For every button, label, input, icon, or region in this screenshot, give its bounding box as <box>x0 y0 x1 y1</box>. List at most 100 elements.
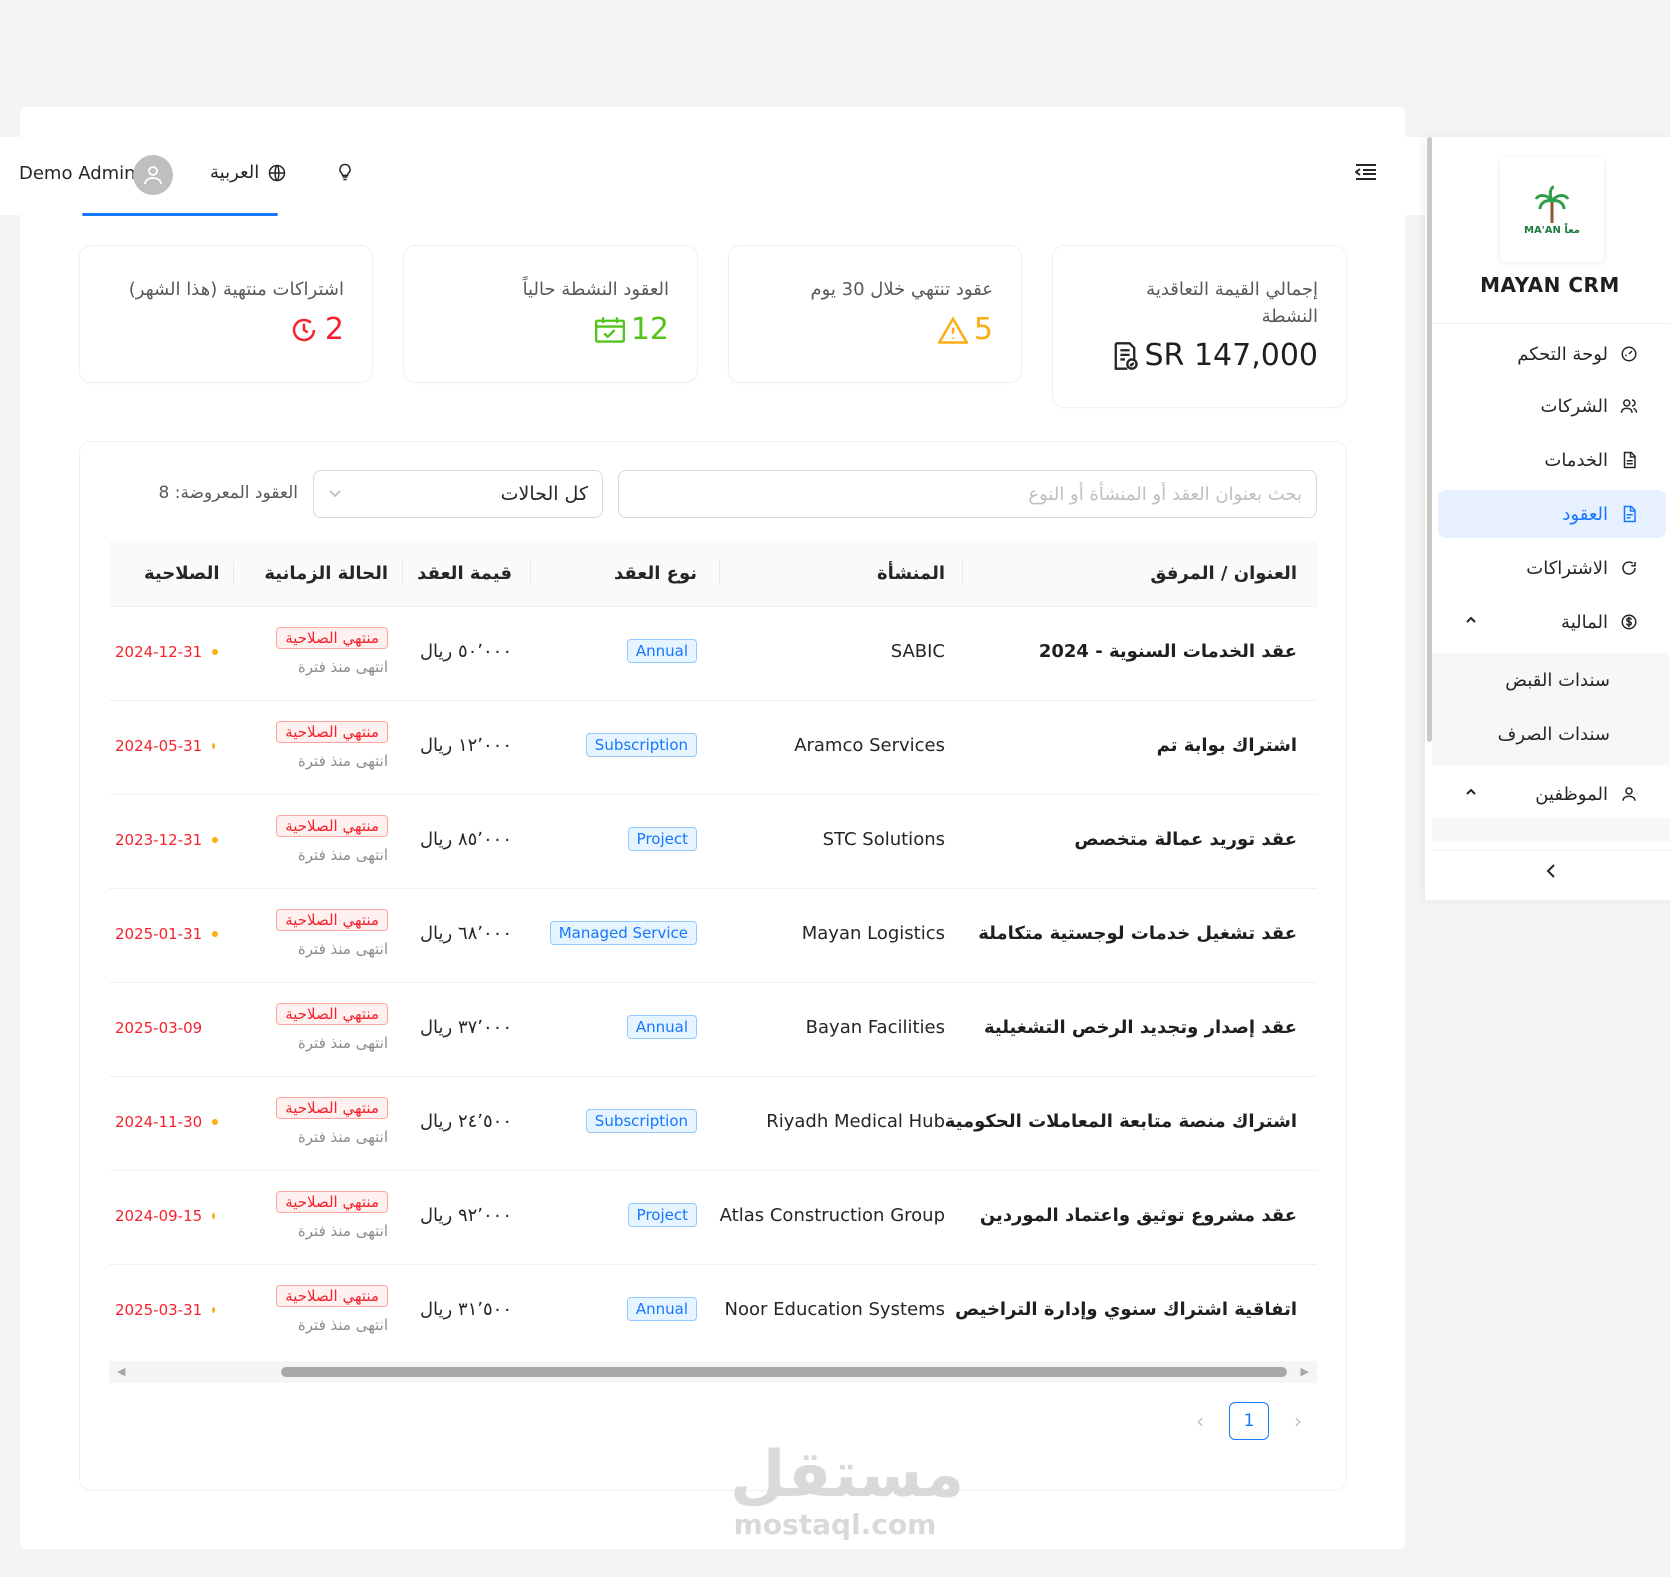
sidebar-item-subscriptions[interactable]: الاشتراكات <box>1438 544 1666 592</box>
page-number: 1 <box>1243 1411 1255 1431</box>
validity-date-cell: 2025-01-31 <box>115 925 219 943</box>
contract-title[interactable]: عقد الخدمات السنوية - 2024 <box>1039 641 1297 662</box>
horizontal-scrollbar[interactable]: ◀ ▶ <box>109 1361 1317 1383</box>
status-note: انتهى منذ فترة <box>297 1128 388 1146</box>
chevron-down-icon <box>329 490 341 498</box>
column-header-status[interactable]: الحالة الزمانية <box>264 563 388 584</box>
status-badge: منتهي الصلاحية <box>276 1003 388 1025</box>
status-note: انتهى منذ فترة <box>297 846 388 864</box>
pagination-prev-button[interactable]: ‹ <box>1190 1402 1210 1440</box>
contract-title[interactable]: عقد توريد عمالة متخصص <box>1074 829 1297 850</box>
validity-date-cell: 2025-03-09 <box>115 1019 202 1037</box>
validity-date-cell: 2024-05-31 <box>115 737 216 755</box>
contract-org: SABIC <box>890 641 945 662</box>
status-note: انتهى منذ فترة <box>297 1222 388 1240</box>
contract-value: ٦٨٬٠٠٠ ريال <box>419 923 512 944</box>
sidebar-item-label: الخدمات <box>1544 449 1608 471</box>
status-note: انتهى منذ فترة <box>297 1034 388 1052</box>
table-row[interactable]: اشتراك منصة متابعة المعاملات الحكومية Ri… <box>109 1077 1317 1171</box>
sidebar-item-finance[interactable]: المالية <box>1438 598 1666 646</box>
menu-fold-icon <box>1354 164 1376 180</box>
contract-title[interactable]: عقد تشغيل خدمات لوجستية متكاملة <box>978 923 1297 944</box>
table-row[interactable]: اشتراك بوابة تم Aramco Services Subscrip… <box>109 701 1317 795</box>
table-row[interactable]: عقد مشروع توثيق واعتماد الموردين Atlas C… <box>109 1171 1317 1265</box>
validity-date-cell: 2024-11-30 <box>115 1113 219 1131</box>
table-row[interactable]: عقد الخدمات السنوية - 2024 SABIC Annual … <box>109 607 1317 701</box>
contract-title[interactable]: عقد إصدار وتجديد الرخص التشغيلية <box>984 1017 1297 1038</box>
user-name[interactable]: Demo Admin <box>19 163 136 184</box>
contract-type-tag: Project <box>627 827 697 851</box>
status-dot <box>212 1119 219 1125</box>
column-header-org[interactable]: المنشأة <box>877 563 945 584</box>
bulb-icon <box>339 163 351 181</box>
watermark-url: mostaql.com <box>733 1508 937 1541</box>
chevron-left-icon <box>1546 863 1555 878</box>
submenu-item-payments[interactable]: سندات الصرف <box>1440 724 1610 745</box>
sidebar-item-dashboard[interactable]: لوحة التحكم <box>1438 330 1666 378</box>
pagination-page-button[interactable]: 1 <box>1229 1402 1269 1440</box>
contract-org: STC Solutions <box>822 829 945 850</box>
contract-value: ٩٢٬٠٠٠ ريال <box>419 1205 512 1226</box>
contract-icon <box>1623 505 1636 523</box>
table-row[interactable]: عقد إصدار وتجديد الرخص التشغيلية Bayan F… <box>109 983 1317 1077</box>
table-row[interactable]: عقد توريد عمالة متخصص STC Solutions Proj… <box>109 795 1317 889</box>
contract-org: Bayan Facilities <box>805 1017 945 1038</box>
status-badge: منتهي الصلاحية <box>276 909 388 931</box>
stat-label: اشتراكات منتهية (هذا الشهر) <box>128 279 344 300</box>
validity-date: 2025-03-31 <box>115 1301 203 1319</box>
contract-type-tag: Managed Service <box>549 921 697 945</box>
contract-org: Riyadh Medical Hub <box>766 1111 945 1132</box>
table-row[interactable]: اتفاقية اشتراك سنوي وإدارة التراخيص Noor… <box>109 1265 1317 1359</box>
contract-title[interactable]: اشتراك بوابة تم <box>1157 735 1297 756</box>
contract-title[interactable]: اتفاقية اشتراك سنوي وإدارة التراخيص <box>955 1299 1297 1320</box>
scroll-left-arrow-icon[interactable]: ◀ <box>117 1365 125 1378</box>
validity-date: 2024-05-31 <box>115 737 203 755</box>
sidebar-item-services[interactable]: الخدمات <box>1438 436 1666 484</box>
submenu-item-receipts[interactable]: سندات القبض <box>1440 670 1610 691</box>
column-header-title[interactable]: العنوان / المرفق <box>1150 563 1297 584</box>
search-input[interactable]: بحث بعنوان العقد أو المنشأة أو النوع <box>618 470 1317 518</box>
sidebar-item-employees[interactable]: الموظفين <box>1438 770 1666 818</box>
globe-icon <box>268 164 286 181</box>
column-header-value[interactable]: قيمة العقد <box>417 563 512 584</box>
stat-value: SR 147,000 <box>1144 338 1318 373</box>
chevron-left-icon: ‹ <box>1196 1409 1204 1433</box>
status-dot <box>212 837 219 843</box>
validity-date-cell: 2025-03-31 <box>115 1301 216 1319</box>
document-icon <box>1623 451 1636 469</box>
sidebar-item-label: المالية <box>1561 611 1608 633</box>
theme-toggle[interactable] <box>335 161 355 187</box>
table-row[interactable]: عقد تشغيل خدمات لوجستية متكاملة Mayan Lo… <box>109 889 1317 983</box>
stat-card-expiring-soon: عقود تنتهي خلال 30 يوم 5 <box>728 245 1022 383</box>
sidebar-scrollbar[interactable] <box>1427 137 1432 742</box>
stat-value-row: 12 <box>594 312 669 347</box>
contracts-count: العقود المعروضة: 8 <box>158 483 299 503</box>
sidebar-item-companies[interactable]: الشركات <box>1438 382 1666 430</box>
stat-card-expired-subscriptions: اشتراكات منتهية (هذا الشهر) 2 <box>79 245 373 383</box>
column-separator <box>402 561 403 585</box>
status-filter-value: كل الحالات <box>500 483 588 505</box>
sidebar-item-label: الموظفين <box>1535 783 1608 805</box>
dashboard-icon <box>1621 346 1637 362</box>
pagination-next-button[interactable]: › <box>1288 1402 1308 1440</box>
sidebar-item-contracts[interactable]: العقود <box>1438 490 1666 538</box>
column-separator <box>530 561 531 585</box>
sidebar-item-label: العقود <box>1562 503 1608 525</box>
column-header-type[interactable]: نوع العقد <box>614 563 697 584</box>
watermark: مستقل mostaql.com <box>730 1440 964 1541</box>
validity-date: 2025-01-31 <box>115 925 203 943</box>
column-separator <box>962 561 963 585</box>
divider <box>1432 323 1670 324</box>
status-dot <box>212 649 219 655</box>
menu-toggle-button[interactable] <box>1354 163 1377 185</box>
contract-title[interactable]: اشتراك منصة متابعة المعاملات الحكومية <box>945 1111 1297 1132</box>
contract-title[interactable]: عقد مشروع توثيق واعتماد الموردين <box>980 1205 1297 1226</box>
language-switch[interactable]: العربية <box>210 162 287 183</box>
status-filter-select[interactable]: كل الحالات <box>313 470 603 518</box>
scrollbar-thumb[interactable] <box>281 1367 1287 1377</box>
column-header-validity[interactable]: الصلاحية <box>144 563 220 584</box>
collapse-sidebar-button[interactable] <box>1432 850 1670 890</box>
scroll-right-arrow-icon[interactable]: ▶ <box>1301 1365 1309 1378</box>
user-icon <box>1622 787 1636 801</box>
avatar[interactable] <box>133 155 173 195</box>
